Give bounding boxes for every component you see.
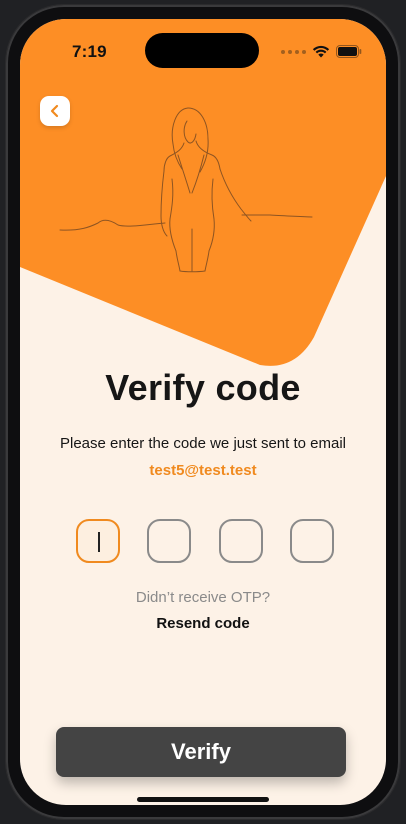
status-icons [281, 45, 362, 58]
dynamic-island [145, 33, 259, 68]
signal-dots-icon [281, 49, 306, 54]
otp-digit-1[interactable] [76, 519, 120, 563]
text-caret [98, 532, 100, 552]
chevron-left-icon [50, 104, 59, 118]
back-button[interactable] [40, 96, 70, 126]
page-title: Verify code [105, 367, 301, 408]
battery-icon [336, 45, 362, 58]
app-screen: 7:19 Verify code Please enter the code w… [20, 19, 386, 805]
status-time: 7:19 [72, 42, 107, 61]
otp-input-group [76, 519, 334, 565]
email-address: test5@test.test [149, 462, 257, 479]
home-indicator [137, 797, 269, 802]
otp-digit-4[interactable] [289, 519, 334, 563]
resend-code-link[interactable]: Resend code [20, 615, 386, 632]
phone-frame: 7:19 Verify code Please enter the code w… [6, 5, 400, 819]
status-bar: 7:19 [20, 19, 386, 79]
no-otp-text: Didn’t receive OTP? [135, 589, 271, 606]
otp-digit-2[interactable] [147, 519, 192, 563]
instructions-text: Please enter the code we just sent to em… [60, 435, 346, 452]
otp-digit-3[interactable] [218, 519, 263, 563]
wifi-icon [312, 45, 330, 58]
verify-button[interactable]: Verify [56, 727, 346, 777]
